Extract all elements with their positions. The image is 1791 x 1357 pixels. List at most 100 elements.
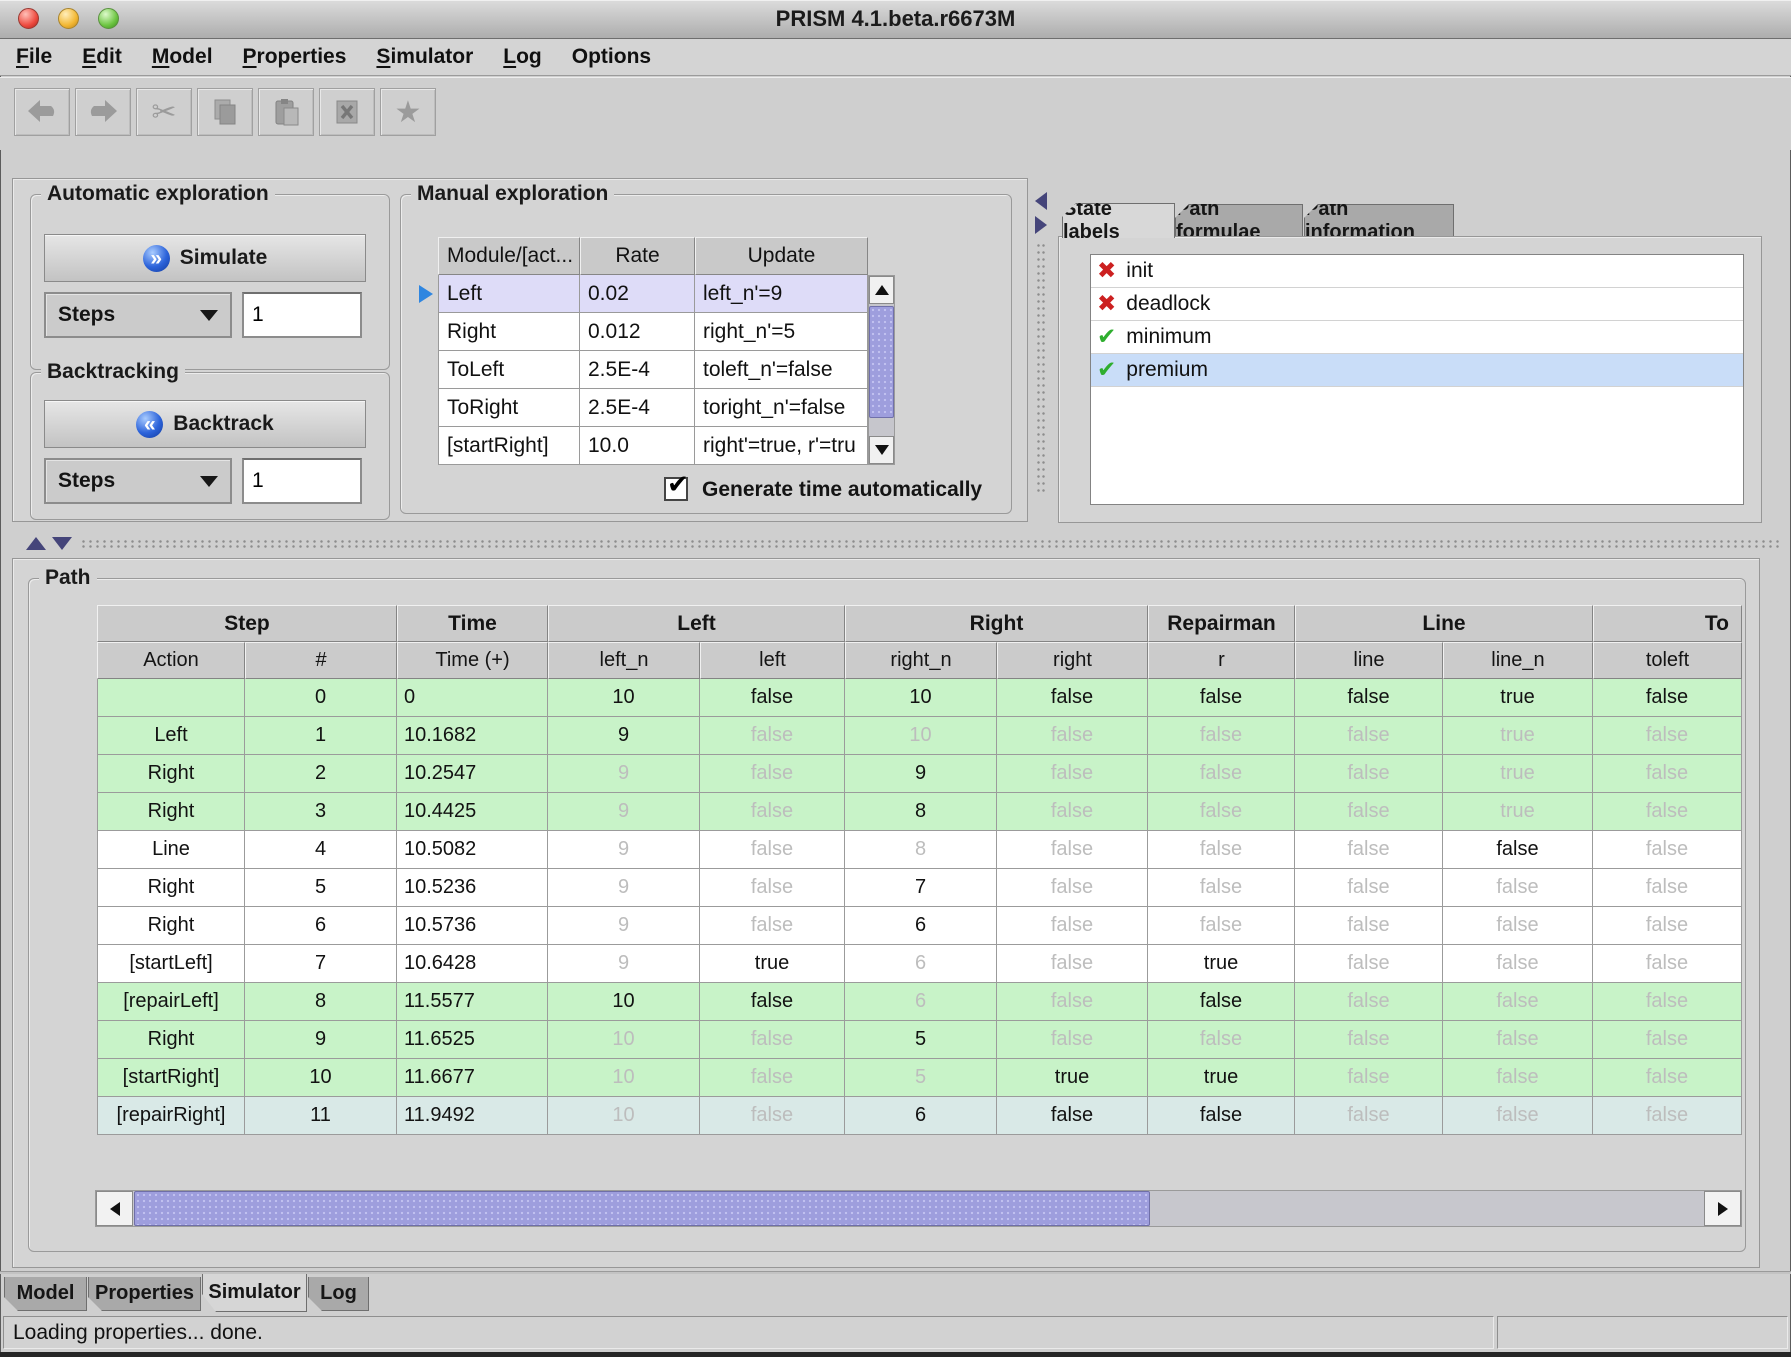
path-column-header-right[interactable]: right: [997, 642, 1148, 679]
manual-cell-module: Left: [438, 275, 580, 313]
menu-log[interactable]: Log: [503, 45, 541, 69]
tab-simulator[interactable]: Simulator: [202, 1274, 307, 1312]
path-group-header-repairman[interactable]: Repairman: [1148, 605, 1295, 642]
state-label-init[interactable]: ✖init: [1091, 255, 1743, 288]
path-column-header-left-n[interactable]: left_n: [548, 642, 700, 679]
path-cell-line-n: false: [1443, 983, 1593, 1021]
path-step-row[interactable]: Right610.57369false6falsefalsefalsefalse…: [97, 907, 1742, 945]
menu-file[interactable]: File: [16, 45, 52, 69]
path-column-header-time[interactable]: Time (+): [397, 642, 548, 679]
path-step-row[interactable]: [startRight]1011.667710false5truetruefal…: [97, 1059, 1742, 1097]
expand-down-icon[interactable]: [52, 537, 72, 550]
path-step-row[interactable]: Line410.50829false8falsefalsefalsefalsef…: [97, 831, 1742, 869]
manual-column-header-module-act[interactable]: Module/[act...: [438, 237, 580, 275]
backtrack-steps-dropdown[interactable]: Steps: [44, 458, 232, 504]
path-group-header-step[interactable]: Step: [97, 605, 397, 642]
scroll-up-button[interactable]: [869, 276, 894, 304]
path-group-header-to[interactable]: To: [1593, 605, 1742, 642]
forward-arrow-button[interactable]: [75, 88, 131, 136]
manual-column-header-update[interactable]: Update: [695, 237, 868, 275]
tab-properties[interactable]: Properties: [88, 1277, 201, 1311]
tab-model[interactable]: Model: [4, 1277, 87, 1311]
splitter-grip: [80, 539, 1783, 548]
path-cell-toleft: false: [1593, 869, 1742, 907]
path-horizontal-scrollbar[interactable]: [95, 1190, 1742, 1227]
scroll-left-button[interactable]: [96, 1191, 133, 1226]
path-step-row[interactable]: [repairRight]1111.949210false6falsefalse…: [97, 1097, 1742, 1135]
backtrack-steps-input[interactable]: [242, 458, 362, 504]
menu-model[interactable]: Model: [152, 45, 213, 69]
manual-choice-row[interactable]: Left0.02left_n'=9: [438, 275, 868, 313]
simulate-steps-input[interactable]: [242, 292, 362, 338]
tab-path-information[interactable]: Path information: [1304, 204, 1454, 237]
path-column-header-line[interactable]: line: [1295, 642, 1443, 679]
path-step-row[interactable]: Left110.16829false10falsefalsefalsetruef…: [97, 717, 1742, 755]
manual-choice-row[interactable]: [startRight]10.0right'=true, r'=tru: [438, 427, 868, 465]
scroll-right-button[interactable]: [1704, 1191, 1741, 1226]
manual-table-scrollbar[interactable]: [868, 275, 895, 465]
expand-right-icon[interactable]: [1035, 216, 1047, 234]
path-column-header-[interactable]: #: [245, 642, 397, 679]
path-step-row[interactable]: 0010false10falsefalsefalsetruefalse: [97, 679, 1742, 717]
simulate-button[interactable]: » Simulate: [44, 234, 366, 282]
menu-simulator[interactable]: Simulator: [376, 45, 473, 69]
path-cell-left: true: [700, 945, 845, 983]
state-label-minimum[interactable]: ✔minimum: [1091, 321, 1743, 354]
manual-choice-row[interactable]: ToRight2.5E-4toright_n'=false: [438, 389, 868, 427]
path-step-row[interactable]: [startLeft]710.64289true6falsetruefalsef…: [97, 945, 1742, 983]
horizontal-splitter[interactable]: [0, 534, 1791, 552]
path-cell-line: false: [1295, 679, 1443, 717]
path-cell-right-n: 10: [845, 679, 997, 717]
star-button[interactable]: ★: [380, 88, 436, 136]
path-cell-r: false: [1148, 983, 1295, 1021]
collapse-left-icon[interactable]: [1035, 192, 1047, 210]
scrollbar-thumb[interactable]: [869, 306, 894, 418]
simulate-steps-dropdown[interactable]: Steps: [44, 292, 232, 338]
manual-choice-row[interactable]: ToLeft2.5E-4toleft_n'=false: [438, 351, 868, 389]
path-cell-line-n: false: [1443, 1059, 1593, 1097]
collapse-up-icon[interactable]: [26, 537, 46, 550]
manual-choice-row[interactable]: Right0.012right_n'=5: [438, 313, 868, 351]
path-cell-right: false: [997, 983, 1148, 1021]
path-cell-right-n: 10: [845, 717, 997, 755]
scroll-down-button[interactable]: [869, 436, 894, 464]
copy-button[interactable]: [197, 88, 253, 136]
path-step-row[interactable]: Right911.652510false5falsefalsefalsefals…: [97, 1021, 1742, 1059]
path-column-header-r[interactable]: r: [1148, 642, 1295, 679]
path-step-row[interactable]: [repairLeft]811.557710false6falsefalsefa…: [97, 983, 1742, 1021]
path-column-header-left[interactable]: left: [700, 642, 845, 679]
path-column-header-toleft[interactable]: toleft: [1593, 642, 1742, 679]
delete-button[interactable]: [319, 88, 375, 136]
tab-state-labels[interactable]: State labels: [1062, 203, 1175, 238]
path-column-header-right-n[interactable]: right_n: [845, 642, 997, 679]
path-column-header-line-n[interactable]: line_n: [1443, 642, 1593, 679]
back-arrow-button[interactable]: [14, 88, 70, 136]
menu-options[interactable]: Options: [572, 45, 651, 69]
path-group-header-right[interactable]: Right: [845, 605, 1148, 642]
tab-path-formulae[interactable]: Path formulae: [1175, 204, 1303, 237]
paste-button[interactable]: [258, 88, 314, 136]
scrollbar-thumb[interactable]: [134, 1191, 1150, 1226]
path-cell-right-n: 9: [845, 755, 997, 793]
path-cell-left-n: 9: [548, 869, 700, 907]
path-group-header-left[interactable]: Left: [548, 605, 845, 642]
path-step-row[interactable]: Right210.25479false9falsefalsefalsetruef…: [97, 755, 1742, 793]
cut-button[interactable]: ✂: [136, 88, 192, 136]
state-label-premium[interactable]: ✔premium: [1091, 354, 1743, 387]
tab-log[interactable]: Log: [308, 1277, 369, 1311]
vertical-splitter[interactable]: [1032, 178, 1050, 522]
path-step-row[interactable]: Right510.52369false7falsefalsefalsefalse…: [97, 869, 1742, 907]
path-group-header-time[interactable]: Time: [397, 605, 548, 642]
path-group-header-line[interactable]: Line: [1295, 605, 1593, 642]
state-label-deadlock[interactable]: ✖deadlock: [1091, 288, 1743, 321]
menu-properties[interactable]: Properties: [243, 45, 347, 69]
manual-cell-rate: 2.5E-4: [580, 389, 695, 427]
path-column-header-action[interactable]: Action: [97, 642, 245, 679]
backtrack-button[interactable]: « Backtrack: [44, 400, 366, 448]
generate-time-checkbox[interactable]: ✔: [664, 477, 688, 501]
status-bar-secondary: [1497, 1316, 1788, 1349]
menu-edit[interactable]: Edit: [82, 45, 122, 69]
manual-column-header-rate[interactable]: Rate: [580, 237, 695, 275]
path-cell-action: [97, 679, 245, 717]
path-step-row[interactable]: Right310.44259false8falsefalsefalsetruef…: [97, 793, 1742, 831]
